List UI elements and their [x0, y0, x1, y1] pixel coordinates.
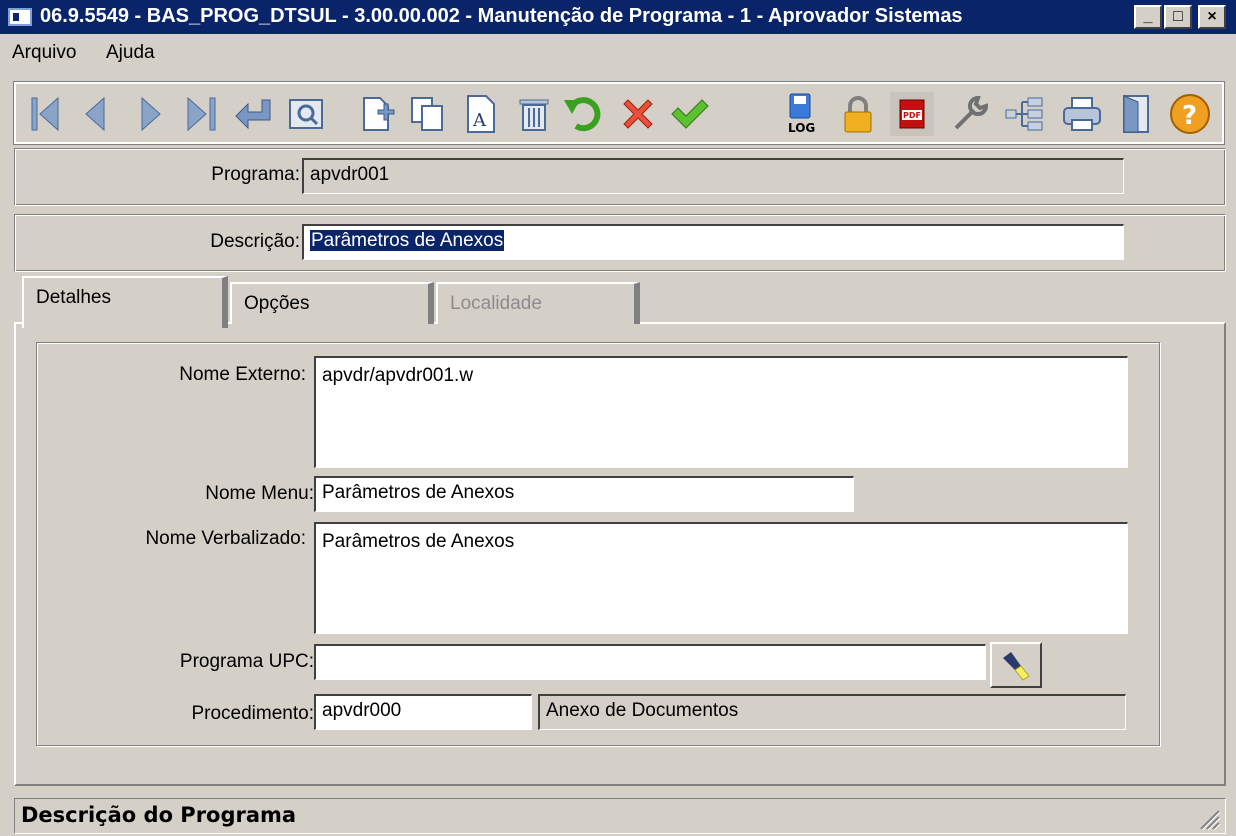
app-icon[interactable]	[8, 8, 32, 26]
procedimento-desc-field: Anexo de Documentos	[538, 694, 1126, 730]
log-label: LOG	[788, 121, 815, 135]
status-text: Descrição do Programa	[21, 803, 297, 827]
status-bar: Descrição do Programa	[14, 798, 1226, 834]
nome-verbalizado-field[interactable]: Parâmetros de Anexos	[314, 522, 1128, 634]
menu-ajuda[interactable]: Ajuda	[106, 42, 155, 64]
undo-icon[interactable]	[562, 92, 606, 136]
tools-icon[interactable]	[948, 92, 992, 136]
close-button[interactable]: ×	[1198, 5, 1226, 29]
menu-bar: Arquivo Ajuda	[0, 34, 1236, 72]
procedimento-field[interactable]: apvdr000	[314, 694, 532, 730]
copy-icon[interactable]	[406, 92, 450, 136]
minimize-button[interactable]: _	[1134, 5, 1162, 29]
delete-icon[interactable]	[512, 92, 556, 136]
toolbar: A LOG PDF ?	[13, 81, 1225, 145]
procedimento-label: Procedimento:	[191, 703, 314, 724]
new-icon[interactable]	[354, 92, 398, 136]
lock-icon[interactable]	[836, 92, 880, 136]
nome-externo-field[interactable]: apvdr/apvdr001.w	[314, 356, 1128, 468]
previous-icon[interactable]	[74, 92, 118, 136]
resize-grip-icon[interactable]	[1195, 805, 1221, 831]
programa-upc-field[interactable]	[314, 644, 986, 680]
goto-icon[interactable]	[232, 92, 276, 136]
svg-text:A: A	[472, 110, 487, 131]
descricao-selected-text: Parâmetros de Anexos	[310, 230, 505, 251]
first-icon[interactable]	[24, 92, 68, 136]
maximize-button[interactable]: □	[1164, 5, 1192, 29]
nome-verbalizado-label: Nome Verbalizado:	[145, 528, 306, 549]
confirm-icon[interactable]	[668, 92, 712, 136]
tab-localidade[interactable]: Localidade	[436, 282, 640, 324]
descricao-field[interactable]: Parâmetros de Anexos	[302, 224, 1124, 260]
programa-label: Programa:	[211, 164, 300, 185]
title-bar: 06.9.5549 - BAS_PROG_DTSUL - 3.00.00.002…	[0, 0, 1236, 34]
svg-text:?: ?	[1182, 101, 1197, 131]
nome-menu-field[interactable]: Parâmetros de Anexos	[314, 476, 854, 512]
exit-icon[interactable]	[1114, 92, 1158, 136]
tree-icon[interactable]	[1002, 92, 1046, 136]
log-icon[interactable]: LOG	[778, 92, 822, 136]
menu-arquivo[interactable]: Arquivo	[12, 42, 76, 64]
edit-icon[interactable]: A	[460, 92, 504, 136]
pdf-label: PDF	[903, 111, 921, 120]
window-title: 06.9.5549 - BAS_PROG_DTSUL - 3.00.00.002…	[40, 5, 963, 27]
search-icon[interactable]	[284, 92, 328, 136]
help-icon[interactable]: ?	[1168, 92, 1212, 136]
next-icon[interactable]	[128, 92, 172, 136]
pdf-icon[interactable]: PDF	[890, 92, 934, 136]
last-icon[interactable]	[180, 92, 224, 136]
tab-detalhes[interactable]: Detalhes	[22, 276, 228, 328]
programa-field[interactable]: apvdr001	[302, 158, 1124, 194]
tab-opcoes[interactable]: Opções	[230, 282, 434, 324]
zoom-button[interactable]	[990, 642, 1042, 688]
descricao-label: Descrição:	[210, 231, 300, 252]
cancel-icon[interactable]	[616, 92, 660, 136]
flashlight-icon	[1003, 652, 1030, 681]
nome-menu-label: Nome Menu:	[205, 483, 314, 504]
nome-externo-label: Nome Externo:	[179, 364, 306, 385]
print-icon[interactable]	[1060, 92, 1104, 136]
programa-upc-label: Programa UPC:	[179, 651, 314, 672]
